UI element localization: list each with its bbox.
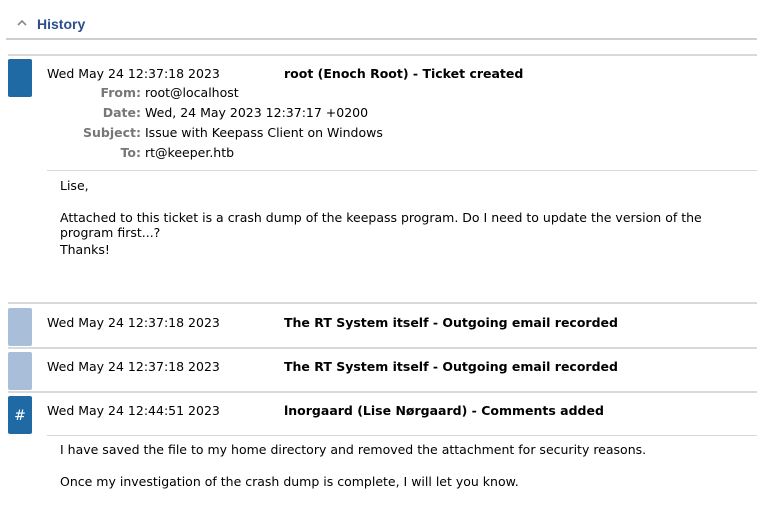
transaction-date: Wed May 24 12:37:18 2023	[47, 66, 220, 81]
history-header: History	[6, 0, 757, 40]
message-divider	[47, 435, 757, 436]
transaction-description: The RT System itself - Outgoing email re…	[284, 315, 618, 330]
header-value-from: root@localhost	[145, 85, 239, 100]
message-line: Once my investigation of the crash dump …	[60, 474, 519, 489]
comment-marker-icon: #	[14, 408, 26, 424]
divider	[8, 302, 757, 304]
divider	[8, 347, 757, 349]
history-title[interactable]: History	[37, 16, 85, 32]
divider	[8, 54, 757, 56]
header-value-to: rt@keeper.htb	[145, 145, 235, 160]
transaction-date: Wed May 24 12:37:18 2023	[47, 315, 220, 330]
message-line: Lise,	[60, 178, 89, 193]
header-key-date: Date:	[102, 105, 141, 120]
chevron-up-icon[interactable]	[14, 15, 30, 31]
transaction-date: Wed May 24 12:44:51 2023	[47, 403, 220, 418]
transaction-date: Wed May 24 12:37:18 2023	[47, 359, 220, 374]
message-divider	[47, 170, 757, 171]
message-line: Thanks!	[60, 242, 110, 257]
transaction-description: lnorgaard (Lise Nørgaard) - Comments add…	[284, 403, 604, 418]
transaction-marker[interactable]	[8, 352, 32, 390]
header-value-date: Wed, 24 May 2023 12:37:17 +0200	[145, 105, 369, 120]
transaction-description: root (Enoch Root) - Ticket created	[284, 66, 524, 81]
message-line: Attached to this ticket is a crash dump …	[60, 210, 702, 240]
header-key-to: To:	[120, 145, 141, 160]
transaction-description: The RT System itself - Outgoing email re…	[284, 359, 618, 374]
transaction-marker[interactable]: #	[8, 396, 32, 434]
header-key-subject: Subject:	[83, 125, 141, 140]
transaction-marker[interactable]	[8, 308, 32, 346]
divider	[8, 391, 757, 393]
transaction-marker[interactable]	[8, 59, 32, 97]
header-key-from: From:	[100, 85, 141, 100]
header-value-subject: Issue with Keepass Client on Windows	[145, 125, 383, 140]
message-line: I have saved the file to my home directo…	[60, 442, 647, 457]
